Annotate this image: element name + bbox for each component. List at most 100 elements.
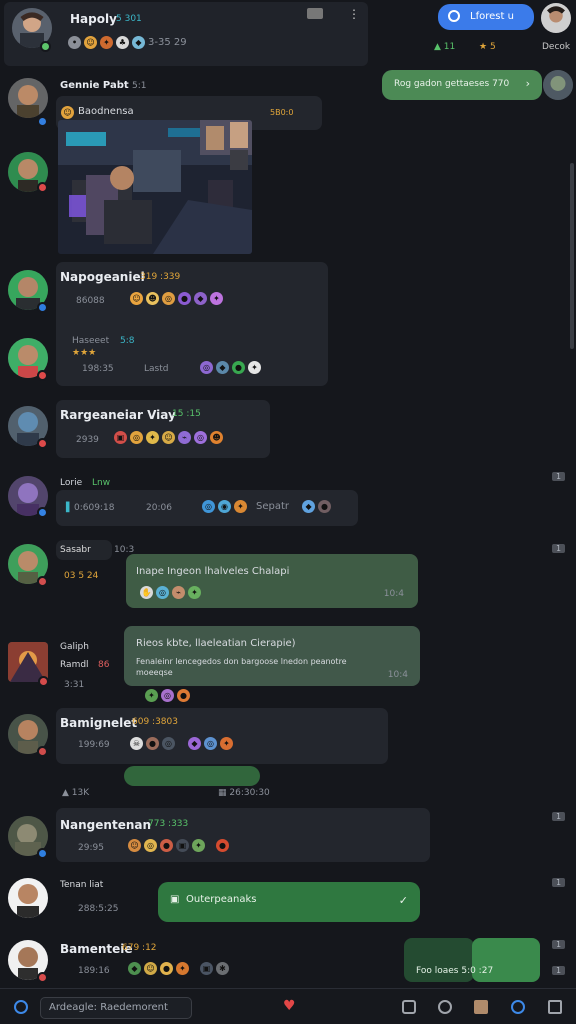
message-9-icon: ▣	[170, 894, 180, 905]
unread-count-3: 1	[552, 812, 566, 821]
message-4-note: Sepatr	[256, 501, 290, 512]
message-10-tag: 679 :12	[122, 943, 157, 953]
top-green-message[interactable]: Rog gadon gettaeses 770 ›	[382, 70, 542, 100]
message-10-line: 189:16	[78, 966, 110, 976]
unread-count-5: 1	[552, 940, 566, 949]
message-6-line2: 3:31	[64, 680, 85, 690]
current-user-avatar[interactable]	[541, 3, 571, 33]
message-3-bubble[interactable]: Rargeaneiar Viay 15 :15 2939 ▣ ◎ ✦ ☺ ⌁ ◎…	[56, 400, 270, 458]
message-3-line: 2939	[76, 435, 99, 445]
message-7-bubble[interactable]: Bamignelet 609 :3803 199:69 ☠ ● ◎ ◆ ◎ ✦	[56, 708, 388, 764]
message-6-green-bubble[interactable]: Rieos kbte, llaeleatian Cierapie) Fenale…	[124, 626, 420, 686]
brown-icon: ●	[146, 737, 159, 750]
message-8-line: 29:95	[78, 843, 104, 853]
orange-icon: ✦	[176, 962, 189, 975]
message-6-green-subtext-2: moeeqse	[136, 668, 173, 677]
message-2-stars: ★★★	[72, 348, 97, 358]
message-1-name: Gennie Pabt	[60, 80, 129, 91]
message-2-tag: 319 :339	[140, 272, 181, 282]
red-status-badge-6	[37, 746, 48, 757]
bottom-green-panel-text: Foo loaes 5:0 :27	[416, 966, 494, 976]
message-6-name: Galiph	[60, 642, 89, 652]
cat-icon: ♣	[116, 36, 129, 49]
message-2-reactions-2: ◎ ◆ ● ✦	[200, 361, 261, 374]
overlapping-green-pill[interactable]	[124, 766, 260, 786]
message-4-tag: Lnw	[92, 478, 111, 488]
brown-icon: ●	[318, 500, 332, 513]
top-profile-card[interactable]: Hapoly 5 301 • ☺ ✦ ♣ ◆ 3-35 29 ⋮	[4, 2, 368, 66]
photo-icon[interactable]	[474, 1000, 488, 1014]
message-5-green-reactions: ✋ ◎ ⌁ ✦	[140, 586, 201, 599]
box-icon: ▣	[176, 839, 189, 852]
message-1-line: Baodnensa	[78, 106, 134, 117]
red-status-badge-2	[37, 370, 48, 381]
right-counter-3: Decok	[542, 42, 571, 52]
globe-icon[interactable]	[511, 1000, 525, 1014]
chat-scrollbar[interactable]	[570, 163, 574, 349]
message-5-time: 10:4	[383, 589, 404, 599]
message-1-tag: 5:1	[132, 81, 147, 91]
orb-icon: ◎	[194, 431, 207, 444]
smile-icon: ☺	[162, 431, 175, 444]
heart-icon[interactable]: ♥	[283, 999, 297, 1014]
gray-icon: ◎	[162, 737, 175, 750]
white-icon: ✦	[248, 361, 261, 374]
message-9-check: ✓	[398, 894, 408, 907]
fire-icon: ●	[216, 839, 229, 852]
blue-diamond-icon: ◆	[302, 500, 316, 513]
message-5-green-bubble[interactable]: Inape Ingeon lhalveles Chalapi ✋ ◎ ⌁ ✦ 1…	[126, 554, 418, 608]
message-7-line: 199:69	[78, 740, 110, 750]
green-icon: ✦	[192, 839, 205, 852]
tag-icon[interactable]	[307, 8, 323, 19]
flag-icon: ▣	[114, 431, 127, 444]
orange-icon: ☺	[128, 839, 141, 852]
note-icon[interactable]	[402, 1000, 416, 1014]
unread-count-1: 1	[552, 472, 566, 481]
message-2-line2: Haseeet	[72, 336, 110, 346]
message-8-reactions: ☺ ◎ ● ▣ ✦ ●	[128, 839, 229, 852]
power-icon: ⌁	[178, 431, 191, 444]
shell-icon: ⌁	[172, 586, 185, 599]
message-4-bubble[interactable]: ▌ 0:609:18 20:06 ◎ ◉ ✦ Sepatr ◆ ●	[56, 490, 358, 526]
online-badge	[40, 41, 51, 52]
blue-circle-icon: ◎	[202, 500, 215, 513]
refresh-icon[interactable]	[14, 1000, 28, 1014]
arcade-scene-image[interactable]	[58, 120, 252, 254]
message-8-tag: 773 :333	[148, 819, 189, 829]
search-icon	[448, 10, 460, 22]
green-icon: ✦	[145, 689, 158, 702]
message-8-bubble[interactable]: Nangentenan 773 :333 29:95 ☺ ◎ ● ▣ ✦ ●	[56, 808, 430, 862]
overlay-counts: ▦ 26:30:30	[218, 788, 270, 798]
message-9-green-bubble[interactable]: ▣ Outerpeanaks ✓	[158, 882, 420, 922]
yellow-icon: ◎	[144, 839, 157, 852]
message-9-line: 288:5:25	[78, 904, 119, 914]
chevron-right-icon[interactable]: ›	[526, 77, 530, 90]
unread-count-2: 1	[552, 544, 566, 553]
message-5-name-pill: Sasabr	[56, 540, 112, 560]
message-input[interactable]: Ardeagle: Raedemorent	[40, 997, 192, 1019]
message-2-bubble[interactable]: Napogeaniel 319 :339 86088 ☺ ☻ ◎ ● ◆ ✦ H…	[56, 262, 328, 386]
message-avatar-11[interactable]	[8, 878, 48, 918]
top-green-message-text: Rog gadon gettaeses 770	[394, 79, 510, 89]
message-9-name: Tenan liat	[60, 880, 104, 890]
coin-icon: ◎	[130, 431, 143, 444]
hex-icon: •	[68, 36, 81, 49]
profile-tag: 5 301	[116, 14, 142, 24]
blue-icon: ◎	[156, 586, 169, 599]
more-vertical-icon[interactable]: ⋮	[348, 7, 360, 21]
sun-icon: ●	[160, 962, 173, 975]
message-2-line: 86088	[76, 296, 105, 306]
right-counter-1: ▲ 11	[434, 42, 456, 52]
message-4-reactions: ◎ ◉ ✦ Sepatr ◆ ●	[202, 500, 332, 513]
message-2-line2-tag: 5:8	[120, 336, 135, 346]
chat-icon[interactable]	[438, 1000, 452, 1014]
green-icon: ◆	[128, 962, 141, 975]
screen-icon[interactable]	[548, 1000, 562, 1014]
small-game-avatar[interactable]	[543, 70, 573, 100]
message-1-line-extra: 5B0:0	[270, 108, 294, 117]
message-6-tag: 86	[98, 660, 110, 670]
search-button[interactable]: Lforest u	[438, 4, 534, 30]
message-avatar-1[interactable]	[8, 78, 48, 118]
purple-icon: ◎	[200, 361, 213, 374]
message-4-name: Lorie	[60, 478, 83, 488]
